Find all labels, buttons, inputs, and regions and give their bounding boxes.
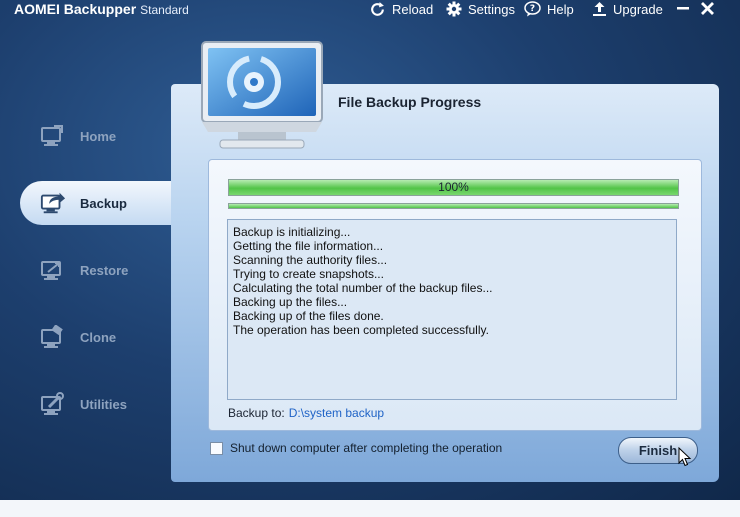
sidebar-item-label: Restore: [80, 262, 129, 278]
sidebar-item-label: Backup: [80, 195, 127, 211]
reload-label: Reload: [392, 2, 434, 17]
log-line: Getting the file information...: [233, 239, 384, 253]
sidebar-item-clone[interactable]: Clone: [20, 315, 170, 359]
backup-destination: Backup to: D:\system backup: [228, 406, 384, 420]
log-line: Trying to create snapshots...: [233, 267, 384, 281]
shutdown-checkbox[interactable]: [210, 441, 223, 455]
minimize-icon: [677, 7, 689, 10]
sidebar-item-home[interactable]: Home: [20, 114, 170, 158]
mouse-cursor-icon: [678, 447, 692, 467]
help-label: Help: [547, 1, 574, 17]
app-window: AOMEI BackupperStandard Reload Settings: [0, 0, 740, 500]
upgrade-icon: [593, 2, 606, 16]
app-name: AOMEI Backupper: [14, 1, 137, 17]
minimize-button[interactable]: [676, 0, 690, 21]
clone-icon: [40, 324, 66, 350]
shutdown-option[interactable]: Shut down computer after completing the …: [210, 441, 502, 455]
home-computer-icon: [40, 123, 66, 149]
log-line: Backing up of the files done.: [233, 309, 384, 323]
restore-icon: [40, 257, 66, 283]
log-line: Backup is initializing...: [233, 225, 351, 239]
app-edition: Standard: [140, 3, 189, 17]
close-icon: [701, 2, 714, 15]
sub-progress-fill: [229, 204, 678, 208]
svg-text:?: ?: [530, 4, 535, 14]
progress-percent: 100%: [438, 180, 469, 194]
reload-button[interactable]: Reload: [369, 1, 433, 18]
log-line: Backing up the files...: [233, 295, 348, 309]
page-title: File Backup Progress: [338, 94, 482, 110]
log-output[interactable]: Backup is initializing... Getting the fi…: [227, 219, 677, 400]
upgrade-button[interactable]: Upgrade: [592, 1, 663, 17]
sidebar-item-backup[interactable]: Backup: [20, 181, 172, 225]
sidebar-item-restore[interactable]: Restore: [20, 248, 170, 292]
sidebar-item-label: Clone: [80, 329, 117, 345]
help-icon: ?: [524, 1, 541, 17]
sidebar-item-utilities[interactable]: Utilities: [20, 382, 170, 426]
sub-progress-bar: [228, 203, 679, 209]
title-bar: AOMEI BackupperStandard Reload Settings: [0, 0, 740, 20]
gear-icon: [446, 1, 462, 17]
backup-icon: [40, 190, 66, 216]
shutdown-label: Shut down computer after completing the …: [230, 441, 503, 455]
utilities-icon: [40, 391, 66, 417]
backup-monitor-icon: [201, 41, 323, 149]
reload-icon: [371, 2, 384, 16]
log-line: Calculating the total number of the back…: [233, 281, 493, 295]
app-title: AOMEI Backupper Standard: [14, 1, 189, 17]
backup-path-link[interactable]: D:\system backup: [289, 406, 384, 420]
backup-to-label: Backup to:: [228, 406, 285, 420]
settings-label: Settings: [468, 1, 515, 17]
sidebar-item-label: Home: [80, 128, 117, 144]
upgrade-label: Upgrade: [613, 1, 663, 17]
log-line: The operation has been completed success…: [233, 323, 489, 337]
help-button[interactable]: ? Help: [524, 1, 574, 17]
settings-button[interactable]: Settings: [446, 1, 515, 17]
close-button[interactable]: [700, 0, 715, 21]
log-line: Scanning the authority files...: [233, 253, 388, 267]
sidebar-item-label: Utilities: [80, 396, 127, 412]
progress-bar: 100%: [228, 179, 679, 196]
